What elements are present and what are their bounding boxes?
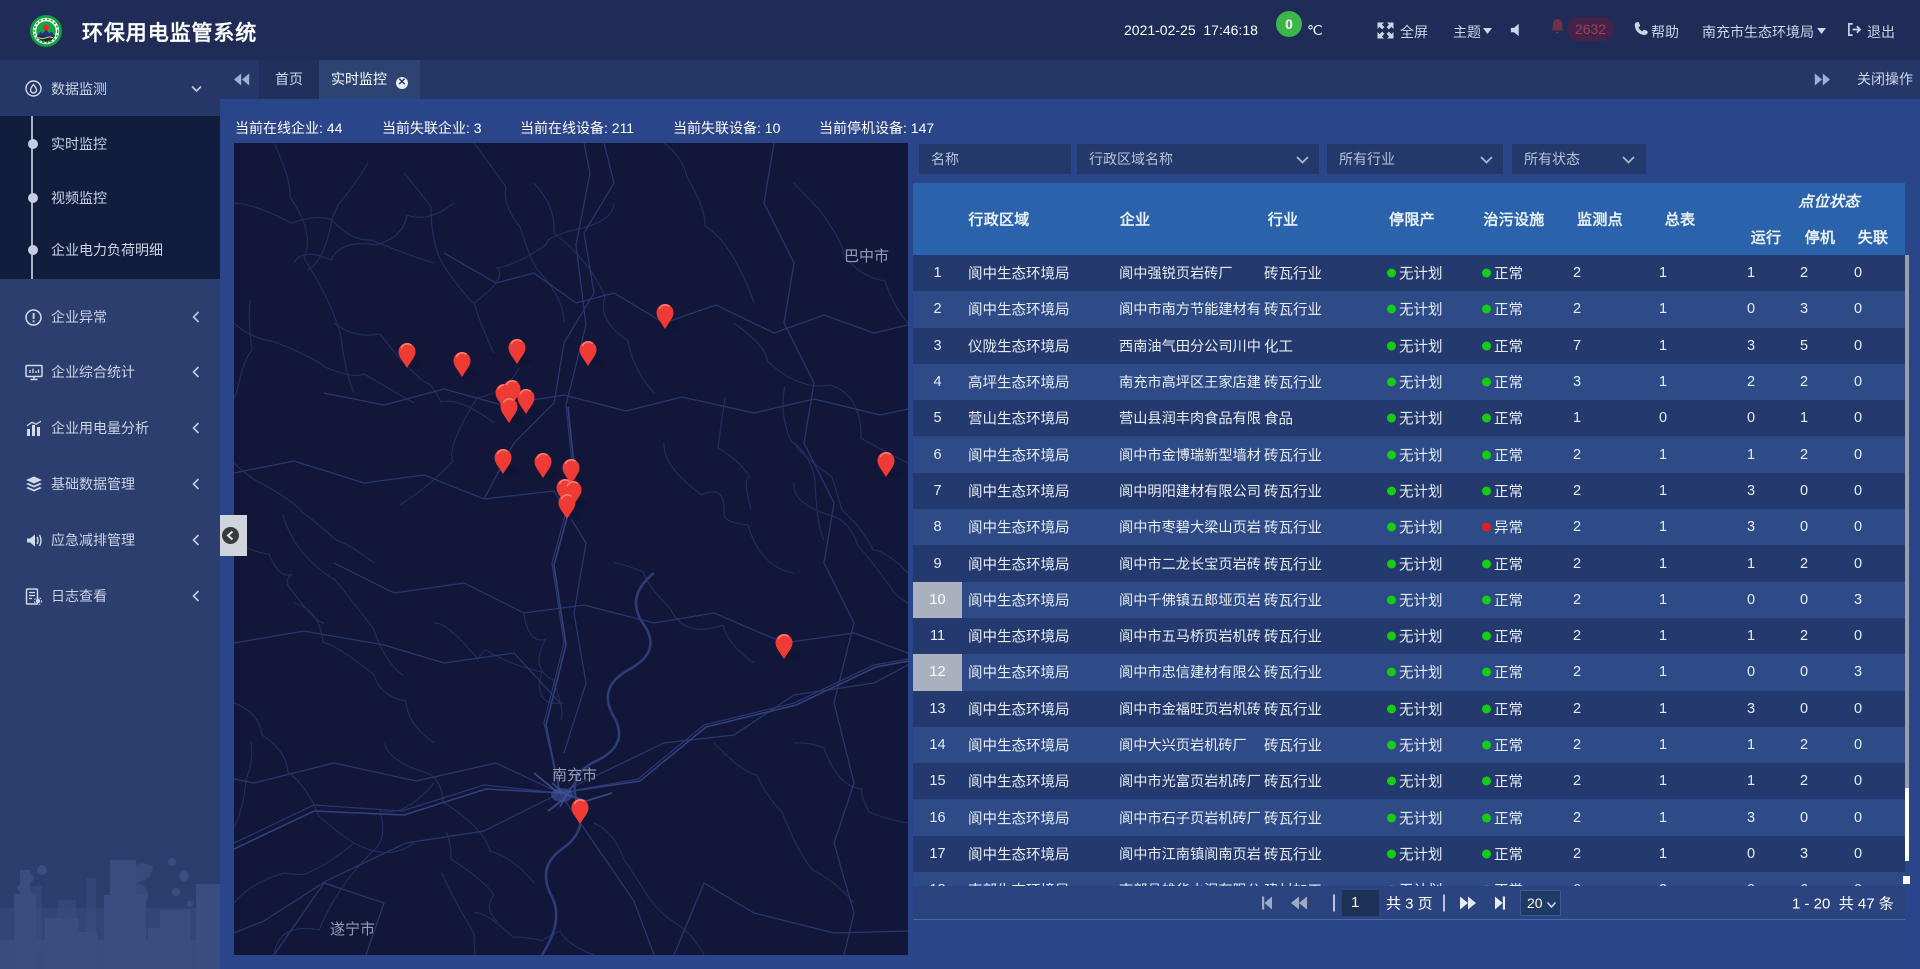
svg-text:巴中市: 巴中市	[844, 248, 889, 265]
svg-text:遂宁市: 遂宁市	[330, 921, 375, 938]
svg-text:南充市: 南充市	[552, 767, 597, 784]
